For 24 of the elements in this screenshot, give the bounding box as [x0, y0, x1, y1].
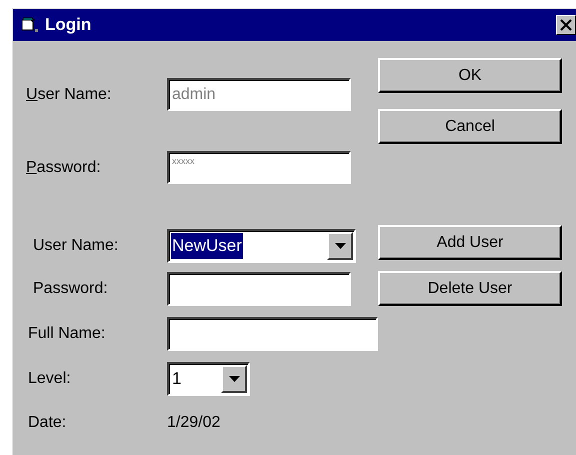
field-label: Password:: [32, 279, 109, 299]
caret-icon: [228, 376, 240, 382]
cancel-button[interactable]: Cancel: [378, 109, 562, 144]
dropdown-button[interactable]: [327, 232, 353, 260]
field-label: Password:: [25, 158, 102, 178]
window-title: Login: [45, 14, 92, 36]
dropdown[interactable]: NewUser: [167, 229, 356, 263]
caret-icon: [334, 243, 346, 249]
close-icon: [560, 19, 572, 31]
date-value: 1/29/02: [167, 413, 220, 433]
dropdown-button[interactable]: [221, 365, 247, 393]
dropdown[interactable]: 1: [167, 362, 250, 396]
field-label: Level:: [27, 369, 72, 389]
window-icon: [21, 17, 39, 33]
add-user-button[interactable]: Add User: [378, 225, 562, 260]
input-field[interactable]: [167, 317, 378, 351]
input-field[interactable]: [167, 272, 351, 306]
field-label: User Name:: [32, 236, 120, 256]
ok-button[interactable]: OK: [378, 58, 562, 93]
field-label: User Name:: [25, 84, 112, 104]
close-button[interactable]: [556, 15, 576, 35]
delete-user-button[interactable]: Delete User: [378, 271, 562, 306]
field-label: Date:: [27, 413, 68, 433]
field-label: Full Name:: [27, 324, 106, 344]
